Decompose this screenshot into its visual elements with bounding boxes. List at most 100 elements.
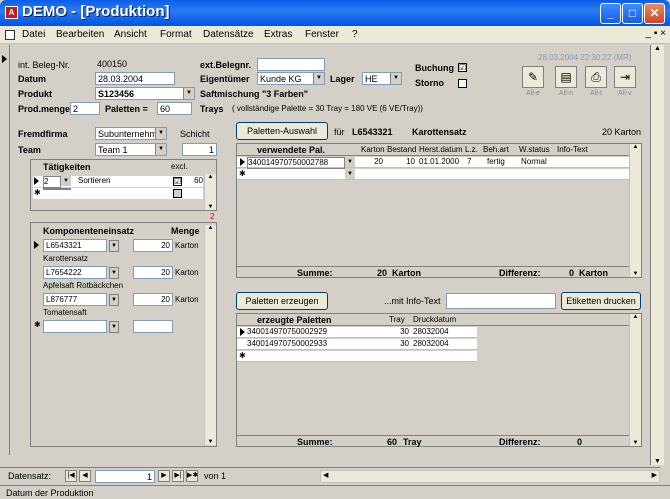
menu-datei[interactable]: Datei [22, 29, 45, 40]
scroll-up-icon[interactable]: ▲ [630, 314, 641, 320]
dropdown-arrow-icon[interactable]: ▼ [345, 169, 355, 179]
erzeugte-new-row[interactable]: ✱ [237, 351, 477, 362]
komponente-row-3[interactable]: L876777 ▼ 20 Karton Tomatensaft [33, 293, 203, 320]
komponente-code[interactable]: L6543321 [43, 239, 107, 252]
paletten-erzeugen-button[interactable]: Paletten erzeugen [236, 292, 328, 310]
taetigkeit-new-row[interactable]: ✱ [33, 188, 203, 199]
dropdown-arrow-icon[interactable]: ▼ [109, 321, 119, 333]
printer-icon[interactable]: ⎙ [585, 66, 607, 88]
dropdown-arrow-icon[interactable]: ▼ [109, 294, 119, 306]
dropdown-arrow-icon[interactable]: ▼ [155, 144, 166, 155]
komponente-code[interactable]: L7654222 [43, 266, 107, 279]
komponente-row-1[interactable]: L6543321 ▼ 20 Karton Karottensatz [33, 239, 203, 266]
form-scrollbar[interactable]: ▲ ▼ [650, 45, 664, 465]
produkt-combo[interactable]: S123456 ▼ [95, 87, 195, 100]
record-selector[interactable] [0, 45, 10, 455]
menu-datensaetze[interactable]: Datensätze [203, 29, 254, 40]
menu-ansicht[interactable]: Ansicht [114, 29, 147, 40]
next-record-button[interactable]: ▶ [158, 470, 170, 482]
excl-checkbox-new[interactable] [173, 189, 182, 198]
verwendete-scrollbar[interactable]: ▲ ▼ [629, 144, 641, 277]
lager-combo[interactable]: HE ▼ [362, 72, 402, 85]
komponente-code[interactable]: L876777 [43, 293, 107, 306]
fremdfirma-combo[interactable]: Subunternehm ▼ [95, 127, 167, 140]
taetigkeit-value[interactable]: 60 [188, 176, 203, 186]
dropdown-arrow-icon[interactable]: ▼ [390, 73, 401, 84]
scroll-up-icon[interactable]: ▲ [205, 174, 216, 180]
scroll-up-icon[interactable]: ▲ [630, 144, 641, 150]
verwendete-pal-value[interactable]: 340014970750002788 [247, 157, 345, 169]
dropdown-arrow-icon[interactable]: ▼ [61, 176, 71, 186]
taetigkeit-row[interactable]: 2 ▼ Sortieren ☑ 60 [33, 176, 203, 188]
menu-extras[interactable]: Extras [264, 29, 292, 40]
document-window-controls[interactable]: _ ▪ × [645, 28, 666, 39]
dropdown-arrow-icon[interactable]: ▼ [155, 128, 166, 139]
prodmenge-field[interactable]: 2 [70, 102, 100, 115]
erzeugte-scrollbar[interactable]: ▲ ▼ [629, 314, 641, 446]
menu-bearbeiten[interactable]: Bearbeiten [56, 29, 104, 40]
exit-door-icon[interactable]: ⇥ [614, 66, 636, 88]
paletten-field[interactable]: 60 [157, 102, 192, 115]
pencil-icon[interactable]: ✎ [522, 66, 544, 88]
komponente-new-code[interactable] [43, 320, 107, 333]
horizontal-scrollbar[interactable]: ◀ ▶ [320, 470, 660, 483]
dropdown-arrow-icon[interactable]: ▼ [109, 240, 119, 252]
record-number-field[interactable]: 1 [95, 470, 155, 483]
dropdown-arrow-icon[interactable]: ▼ [345, 157, 355, 167]
access-app-icon[interactable]: A [5, 6, 18, 19]
komponente-menge[interactable]: 20 [133, 239, 173, 252]
ext-beleg-field[interactable] [257, 58, 325, 71]
buchung-checkbox[interactable]: ☑ [458, 63, 467, 72]
scroll-right-icon[interactable]: ▶ [652, 471, 657, 479]
scroll-down-icon[interactable]: ▼ [205, 204, 216, 210]
form-icon[interactable] [5, 30, 15, 40]
maximize-button[interactable]: □ [622, 3, 643, 24]
komponente-new-menge[interactable] [133, 320, 173, 333]
taetigkeiten-scrollbar[interactable]: ▲ ▼ [204, 174, 216, 210]
excl-checkbox[interactable]: ☑ [173, 177, 182, 186]
verwendete-row[interactable]: 340014970750002788 ▼ 20 10 01.01.2000 7 … [237, 157, 629, 169]
menu-format[interactable]: Format [160, 29, 192, 40]
eigentuemer-combo[interactable]: Kunde KG ▼ [257, 72, 325, 85]
paletten-auswahl-button[interactable]: Paletten-Auswahl [236, 122, 328, 140]
verwendete-karton[interactable]: 20 [361, 157, 383, 167]
datum-field[interactable]: 28.03.2004 [95, 72, 175, 85]
last-record-button[interactable]: ▶| [172, 470, 184, 482]
dropdown-arrow-icon[interactable]: ▼ [183, 88, 194, 99]
storno-checkbox[interactable] [458, 79, 467, 88]
scroll-down-icon[interactable]: ▼ [630, 271, 641, 277]
komponente-menge[interactable]: 20 [133, 266, 173, 279]
etiketten-drucken-button[interactable]: Etiketten drucken [561, 292, 641, 310]
minimize-button[interactable]: _ [600, 3, 621, 24]
taetigkeit-nr[interactable]: 2 [43, 176, 61, 188]
dropdown-arrow-icon[interactable]: ▼ [313, 73, 324, 84]
erzeugte-row[interactable]: 340014970750002933 30 28032004 [237, 339, 477, 350]
timestamp: 28.03.2004 22:30:22 (MR) [538, 53, 632, 62]
scroll-down-icon[interactable]: ▼ [205, 439, 216, 445]
komponente-menge[interactable]: 20 [133, 293, 173, 306]
schicht-field[interactable]: 1 [182, 143, 217, 156]
scroll-up-icon[interactable]: ▲ [651, 45, 664, 52]
taetigkeit-new-nr[interactable] [43, 188, 71, 190]
dropdown-arrow-icon[interactable]: ▼ [109, 267, 119, 279]
scroll-down-icon[interactable]: ▼ [630, 440, 641, 446]
menu-fenster[interactable]: Fenster [305, 29, 339, 40]
menu-help[interactable]: ? [352, 29, 358, 40]
first-record-button[interactable]: |◀ [65, 470, 77, 482]
team-combo[interactable]: Team 1 ▼ [95, 143, 167, 156]
scroll-left-icon[interactable]: ◀ [323, 471, 328, 479]
register-icon[interactable]: ▤ [555, 66, 577, 88]
close-button[interactable]: ✕ [644, 3, 665, 24]
komponente-new-row[interactable]: ✱ ▼ [33, 320, 203, 340]
komponenten-scrollbar[interactable]: ▲ ▼ [204, 225, 216, 445]
erzeugte-row[interactable]: 340014970750002929 30 28032004 [237, 327, 477, 338]
scroll-up-icon[interactable]: ▲ [205, 225, 216, 231]
scroll-down-icon[interactable]: ▼ [651, 458, 664, 465]
new-record-button[interactable]: ▶✱ [186, 470, 198, 482]
taetigkeit-name[interactable]: Sortieren [78, 176, 158, 186]
info-text-field[interactable] [446, 293, 556, 309]
komponente-row-2[interactable]: L7654222 ▼ 20 Karton Apfelsaft Rotbäckch… [33, 266, 203, 293]
previous-record-button[interactable]: ◀ [79, 470, 91, 482]
verwendete-new-row[interactable]: ✱ ▼ [237, 169, 629, 180]
title-bar[interactable]: A DEMO - [Produktion] _ □ ✕ [0, 0, 670, 26]
